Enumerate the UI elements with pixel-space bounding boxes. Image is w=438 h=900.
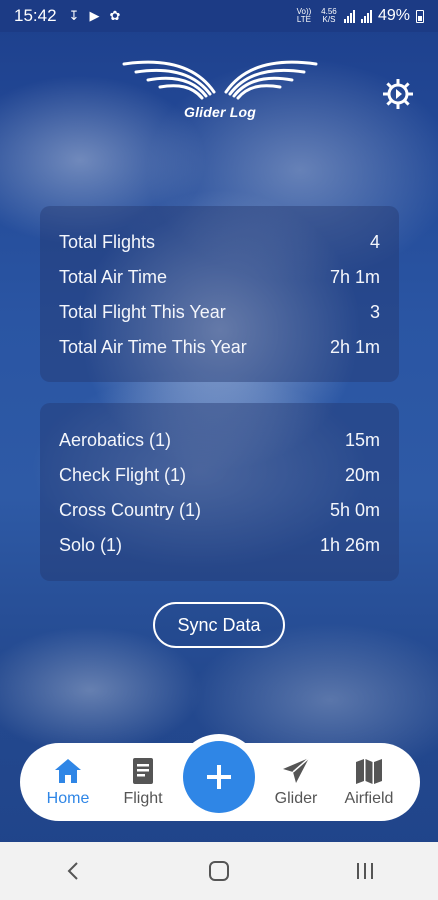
home-square-icon bbox=[209, 861, 229, 881]
stat-value: 3 bbox=[369, 302, 380, 322]
stat-row: Total Flight This Year 3 bbox=[59, 295, 380, 330]
stat-value: 4 bbox=[369, 232, 380, 252]
flight-type-row: Cross Country (1) 5h 0m bbox=[59, 493, 380, 528]
nav-flight-label: Flight bbox=[123, 790, 163, 807]
flight-stats-card: Total Flights 4 Total Air Time 7h 1m Tot… bbox=[40, 206, 399, 382]
download-icon: ↧ bbox=[68, 8, 80, 23]
stat-row: Total Flights 4 bbox=[59, 225, 380, 260]
flight-type-row: Aerobatics (1) 15m bbox=[59, 423, 380, 458]
network-speed: 4.56 K/S bbox=[321, 7, 337, 24]
flight-type-row: Check Flight (1) 20m bbox=[59, 458, 380, 493]
app-name: Glider Log bbox=[184, 104, 256, 120]
add-flight-button[interactable] bbox=[183, 741, 255, 813]
paper-plane-icon bbox=[283, 757, 310, 783]
stat-label: Total Flights bbox=[59, 232, 156, 252]
app-logo: Glider Log bbox=[122, 56, 318, 126]
status-time: 15:42 bbox=[14, 6, 57, 25]
flight-type-time: 20m bbox=[344, 465, 380, 485]
stat-value: 2h 1m bbox=[329, 337, 380, 357]
nav-airfield[interactable]: Airfield bbox=[333, 743, 405, 821]
nav-flight[interactable]: Flight bbox=[107, 743, 179, 821]
notification-icons: ↧ ▶ ✿ bbox=[69, 8, 121, 24]
battery-icon bbox=[416, 9, 424, 23]
plus-icon bbox=[207, 765, 231, 789]
flight-type-label: Cross Country (1) bbox=[59, 500, 202, 520]
flight-type-row: Solo (1) 1h 26m bbox=[59, 528, 380, 563]
flight-type-label: Aerobatics (1) bbox=[59, 430, 172, 450]
stat-row: Total Air Time 7h 1m bbox=[59, 260, 380, 295]
network-type: Vo)) LTE bbox=[296, 7, 312, 24]
status-bar: 15:42 ↧ ▶ ✿ Vo)) LTE 4.56 K/S 49% bbox=[0, 0, 438, 32]
flight-type-label: Solo (1) bbox=[59, 535, 123, 555]
wings-icon bbox=[122, 60, 318, 100]
nav-glider[interactable]: Glider bbox=[260, 743, 332, 821]
play-icon: ▶ bbox=[89, 8, 100, 23]
nav-airfield-label: Airfield bbox=[344, 790, 394, 807]
home-icon bbox=[55, 759, 81, 783]
notification-icon: ✿ bbox=[109, 8, 121, 23]
nav-home[interactable]: Home bbox=[32, 743, 104, 821]
battery-percent: 49% bbox=[377, 7, 410, 24]
stat-label: Total Flight This Year bbox=[59, 302, 226, 322]
nav-home-label: Home bbox=[46, 790, 90, 807]
back-chevron-icon bbox=[67, 862, 78, 880]
recents-icon bbox=[357, 863, 373, 879]
flight-type-time: 5h 0m bbox=[329, 500, 380, 520]
cell-signal-icon bbox=[360, 9, 372, 23]
recents-button[interactable] bbox=[335, 851, 395, 891]
stat-value: 7h 1m bbox=[329, 267, 380, 287]
flight-type-time: 15m bbox=[344, 430, 380, 450]
stat-row: Total Air Time This Year 2h 1m bbox=[59, 330, 380, 365]
flight-type-time: 1h 26m bbox=[319, 535, 380, 555]
system-nav-bar bbox=[0, 842, 438, 900]
status-indicators: Vo)) LTE 4.56 K/S 49% bbox=[294, 7, 424, 25]
wifi-signal-icon bbox=[343, 9, 355, 23]
sync-data-button[interactable]: Sync Data bbox=[153, 602, 285, 648]
stat-label: Total Air Time bbox=[59, 267, 168, 287]
nav-glider-label: Glider bbox=[274, 790, 318, 807]
logbook-icon bbox=[133, 758, 153, 784]
home-button[interactable] bbox=[189, 851, 249, 891]
back-button[interactable] bbox=[43, 851, 103, 891]
map-icon bbox=[356, 759, 382, 784]
flight-type-label: Check Flight (1) bbox=[59, 465, 187, 485]
flight-types-card: Aerobatics (1) 15m Check Flight (1) 20m … bbox=[40, 403, 399, 581]
stat-label: Total Air Time This Year bbox=[59, 337, 247, 357]
settings-gear-icon[interactable] bbox=[380, 76, 416, 112]
